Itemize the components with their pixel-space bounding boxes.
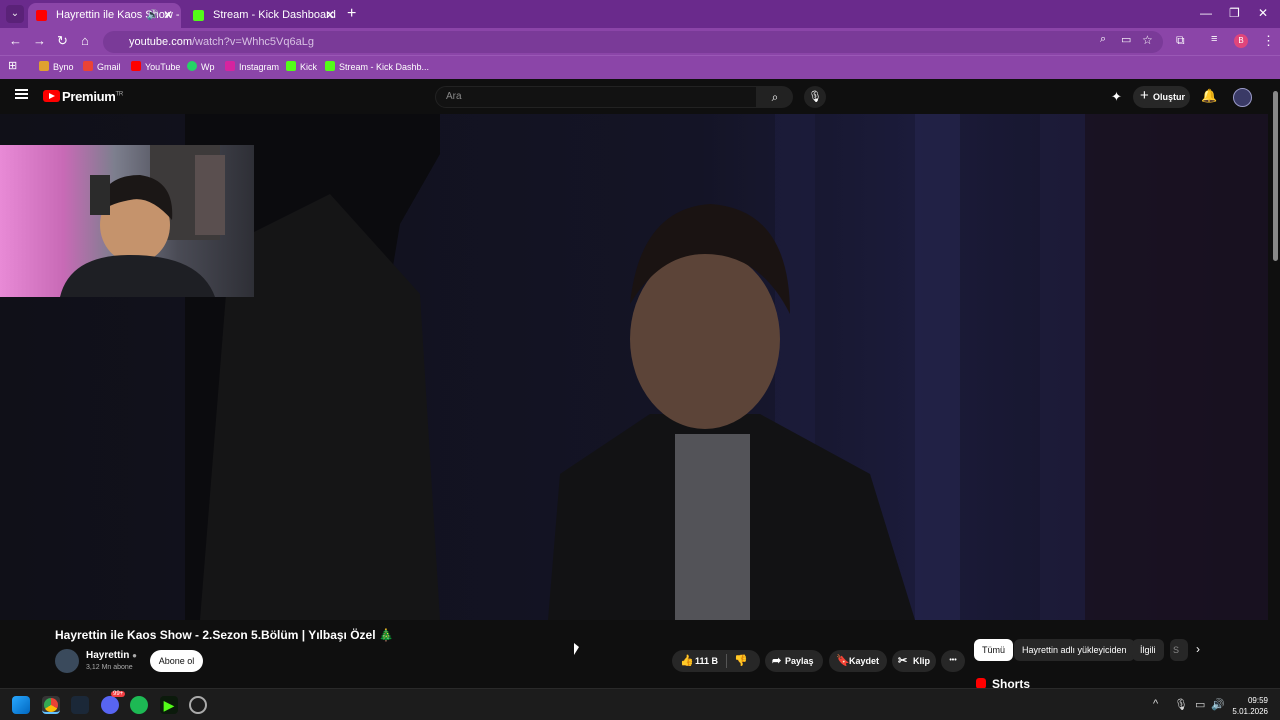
microphone-tray-icon[interactable]: 🎙 <box>1174 698 1188 711</box>
subscribe-button[interactable]: Abone ol <box>150 650 203 672</box>
menu-dots-icon[interactable]: ⋮ <box>1262 33 1275 49</box>
tab-close-icon[interactable]: ✕ <box>325 3 335 28</box>
voice-search-button[interactable]: 🎙 <box>804 86 826 108</box>
tab-title: Stream - Kick Dashboard <box>213 9 336 21</box>
system-clock[interactable]: 09:59 5.01.2026 <box>1228 695 1268 717</box>
hamburger-menu-icon[interactable] <box>15 89 28 99</box>
back-icon[interactable]: ← <box>9 33 22 48</box>
tab-youtube[interactable]: Hayrettin ile Kaos Show - 2. 🔊 ✕ <box>28 3 181 28</box>
like-count[interactable]: 111 B <box>695 650 718 672</box>
volume-icon[interactable]: 🔊 <box>1211 698 1225 711</box>
youtube-logo[interactable]: PremiumTR <box>43 89 123 104</box>
youtube-favicon-icon <box>36 10 47 21</box>
home-icon[interactable]: ⌂ <box>81 33 89 48</box>
tray-overflow-icon[interactable]: ^ <box>1153 698 1158 710</box>
mouse-cursor-icon <box>574 643 579 655</box>
page-scrollbar[interactable] <box>1270 79 1280 688</box>
url-host: youtube.com <box>129 36 192 48</box>
share-arrow-icon: ➦ <box>772 655 782 667</box>
account-avatar[interactable] <box>1233 88 1252 107</box>
address-toolbar: ← → ↻ ⌂ youtube.com/watch?v=Whhc5Vq6aLg … <box>0 28 1280 55</box>
media-control-icon[interactable]: ≡ <box>1211 33 1217 45</box>
streamer-facecam <box>0 145 254 297</box>
network-icon[interactable]: ▭ <box>1195 698 1205 711</box>
steam-taskbar-icon[interactable] <box>71 696 89 714</box>
bookmark-youtube[interactable]: YouTube <box>131 61 180 72</box>
subscriber-count: 3,12 Mn abone <box>86 664 133 671</box>
bookmark-wp[interactable]: Wp <box>187 61 215 72</box>
cast-icon[interactable]: ▭ <box>1121 33 1131 46</box>
like-dislike-group: 👍 111 B 👎 <box>672 650 760 672</box>
bookmark-star-icon[interactable]: ☆ <box>1142 33 1153 47</box>
guest-face <box>630 249 780 429</box>
like-icon[interactable]: 👍 <box>680 650 694 672</box>
channel-name[interactable]: Hayrettin ● <box>86 650 137 661</box>
video-info-panel: Hayrettin ile Kaos Show - 2.Sezon 5.Bölü… <box>0 620 1268 691</box>
speaker-icon[interactable]: 🔊 <box>147 3 159 28</box>
video-title: Hayrettin ile Kaos Show - 2.Sezon 5.Bölü… <box>55 628 394 642</box>
kick-taskbar-icon[interactable]: ▶ <box>160 696 178 714</box>
save-button[interactable]: 🔖 Kaydet <box>829 650 887 672</box>
search-input[interactable]: Ara <box>435 86 757 108</box>
more-actions-button[interactable]: ••• <box>941 650 965 672</box>
spotify-taskbar-icon[interactable] <box>130 696 148 714</box>
browser-tab-strip: ⌄ Hayrettin ile Kaos Show - 2. 🔊 ✕ Strea… <box>0 0 1280 28</box>
profile-avatar[interactable]: B <box>1234 34 1248 48</box>
tab-search-button[interactable]: ⌄ <box>6 5 24 23</box>
search-button[interactable]: ⌕ <box>757 86 793 108</box>
windows-start-icon[interactable] <box>12 696 30 714</box>
microphone-icon: 🎙 <box>808 91 822 103</box>
apps-grid-icon[interactable]: ⊞ <box>8 59 17 72</box>
chip-from-uploader[interactable]: Hayrettin adlı yükleyiciden <box>1014 639 1135 661</box>
facecam-image <box>60 145 225 297</box>
forward-icon[interactable]: → <box>33 33 46 48</box>
premium-sparkle-icon[interactable]: ✦ <box>1111 89 1122 105</box>
verified-icon: ● <box>132 651 137 660</box>
bookmark-icon: 🔖 <box>836 655 850 667</box>
chrome-taskbar-icon[interactable] <box>42 696 60 714</box>
dislike-icon[interactable]: 👎 <box>734 650 748 672</box>
kick-favicon-icon <box>193 10 204 21</box>
notifications-bell-icon[interactable]: 🔔 <box>1201 88 1217 104</box>
discord-taskbar-icon[interactable]: 99+ <box>101 691 126 714</box>
reload-icon[interactable]: ↻ <box>57 33 68 49</box>
extensions-icon[interactable]: ⧉ <box>1176 33 1185 48</box>
bookmark-byno[interactable]: Byno <box>39 61 74 72</box>
new-tab-button[interactable]: + <box>347 5 356 23</box>
restore-icon[interactable]: ❐ <box>1229 6 1240 20</box>
chip-related[interactable]: İlgili <box>1132 639 1164 661</box>
url-input[interactable]: youtube.com/watch?v=Whhc5Vq6aLg <box>103 31 1163 53</box>
channel-avatar[interactable] <box>55 649 79 673</box>
bookmarks-bar: ⊞ Byno Gmail YouTube Wp Instagram Kick S… <box>0 55 1280 79</box>
zoom-icon[interactable]: ⌕ <box>1100 33 1106 46</box>
share-button[interactable]: ➦ Paylaş <box>765 650 823 672</box>
bookmark-instagram[interactable]: Instagram <box>225 61 279 72</box>
bookmark-gmail[interactable]: Gmail <box>83 61 121 72</box>
youtube-header: PremiumTR Ara ⌕ 🎙 ✦ Oluştur 🔔 <box>0 79 1280 114</box>
scissors-icon: ✂ <box>898 655 908 667</box>
windows-taskbar: 99+ ▶ ^ 🎙 ▭ 🔊 09:59 5.01.2026 <box>0 688 1280 720</box>
obs-taskbar-icon[interactable] <box>189 696 207 714</box>
bookmark-kick-dashboard[interactable]: Stream - Kick Dashb... <box>325 61 429 72</box>
search-icon: ⌕ <box>771 90 779 104</box>
create-button[interactable]: Oluştur <box>1133 85 1190 108</box>
minimize-icon[interactable]: — <box>1200 6 1212 20</box>
scrollbar-thumb[interactable] <box>1273 91 1278 261</box>
discord-badge: 99+ <box>111 691 126 697</box>
tab-kick-dashboard[interactable]: Stream - Kick Dashboard ✕ <box>185 3 343 28</box>
youtube-play-icon <box>43 90 60 102</box>
bookmark-kick[interactable]: Kick <box>286 61 317 72</box>
tab-close-icon[interactable]: ✕ <box>163 3 173 28</box>
chip-partial[interactable]: S <box>1170 639 1188 661</box>
divider <box>726 654 727 668</box>
close-window-icon[interactable]: ✕ <box>1258 6 1268 20</box>
chips-next-icon[interactable]: › <box>1196 642 1200 656</box>
url-path: /watch?v=Whhc5Vq6aLg <box>191 36 314 48</box>
chip-all[interactable]: Tümü <box>974 639 1014 661</box>
clip-button[interactable]: ✂ Klip <box>892 650 936 672</box>
